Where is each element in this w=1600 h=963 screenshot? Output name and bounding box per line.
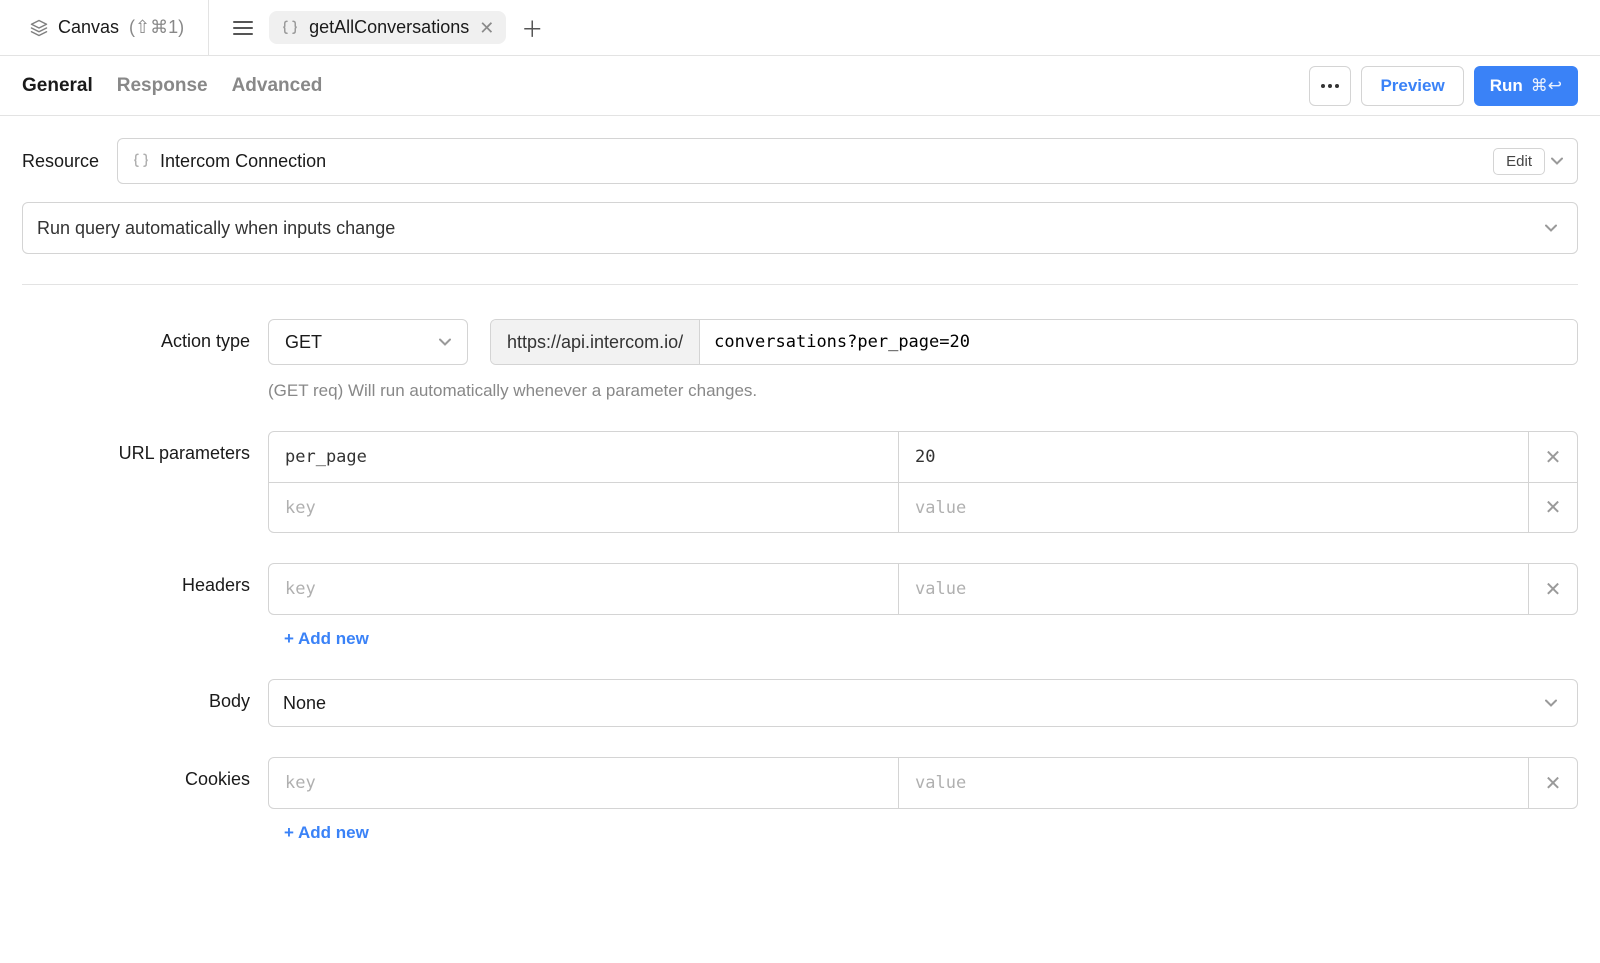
headers-label: Headers [22, 563, 268, 596]
url-params-label: URL parameters [22, 431, 268, 464]
cookies-label: Cookies [22, 757, 268, 790]
headers-add-new-button[interactable]: + Add new [284, 629, 369, 649]
chevron-down-icon [433, 338, 457, 346]
resource-select[interactable]: Intercom Connection Edit [117, 138, 1578, 184]
url-bar: https://api.intercom.io/ [490, 319, 1578, 365]
tab-label: getAllConversations [309, 17, 469, 38]
chevron-down-icon [1539, 224, 1563, 232]
url-base: https://api.intercom.io/ [491, 320, 700, 364]
braces-icon [281, 19, 299, 37]
body-type-value: None [283, 693, 326, 714]
preview-button[interactable]: Preview [1361, 66, 1463, 106]
run-shortcut: ⌘↩ [1531, 76, 1562, 96]
braces-icon [132, 152, 150, 170]
tab-response[interactable]: Response [117, 75, 208, 97]
table-row: ✕ [269, 432, 1577, 482]
layers-icon [30, 19, 48, 37]
tab-close-button[interactable]: ✕ [479, 19, 494, 37]
table-row: ✕ [269, 758, 1577, 808]
body-label: Body [22, 679, 268, 712]
tab-getAllConversations[interactable]: getAllConversations ✕ [269, 11, 506, 44]
run-mode-select[interactable]: Run query automatically when inputs chan… [22, 202, 1578, 254]
cookies-table: ✕ [268, 757, 1578, 809]
param-value-input[interactable] [899, 432, 1528, 482]
canvas-shortcut: (⇧⌘1) [129, 17, 184, 38]
action-hint: (GET req) Will run automatically wheneve… [268, 381, 1578, 401]
headers-table: ✕ [268, 563, 1578, 615]
row-delete-button[interactable]: ✕ [1529, 771, 1577, 796]
resource-name: Intercom Connection [160, 151, 326, 172]
cookie-key-input[interactable] [269, 758, 898, 808]
tabs-menu-button[interactable] [229, 14, 257, 42]
action-type-label: Action type [22, 319, 268, 352]
param-key-input[interactable] [269, 432, 898, 482]
cookie-value-input[interactable] [899, 758, 1528, 808]
run-button[interactable]: Run ⌘↩ [1474, 66, 1578, 106]
row-delete-button[interactable]: ✕ [1529, 577, 1577, 602]
run-mode-value: Run query automatically when inputs chan… [37, 218, 395, 239]
body-type-select[interactable]: None [268, 679, 1578, 727]
header-value-input[interactable] [899, 564, 1528, 614]
more-menu-button[interactable] [1309, 66, 1351, 106]
canvas-nav-button[interactable]: Canvas (⇧⌘1) [0, 0, 209, 55]
http-method-select[interactable]: GET [268, 319, 468, 365]
url-params-table: ✕ ✕ [268, 431, 1578, 533]
header-key-input[interactable] [269, 564, 898, 614]
dots-icon [1320, 83, 1340, 89]
table-row: ✕ [269, 482, 1577, 532]
param-key-input[interactable] [269, 483, 898, 532]
cookies-add-new-button[interactable]: + Add new [284, 823, 369, 843]
table-row: ✕ [269, 564, 1577, 614]
chevron-down-icon [1539, 699, 1563, 707]
resource-label: Resource [22, 138, 99, 184]
http-method-value: GET [285, 332, 322, 353]
row-delete-button[interactable]: ✕ [1529, 495, 1577, 520]
canvas-label: Canvas [58, 17, 119, 38]
tab-advanced[interactable]: Advanced [232, 75, 323, 97]
divider [22, 284, 1578, 285]
run-button-label: Run [1490, 76, 1523, 96]
chevron-down-icon[interactable] [1545, 157, 1569, 165]
param-value-input[interactable] [899, 483, 1528, 532]
url-path-input[interactable] [700, 320, 1577, 364]
tab-general[interactable]: General [22, 75, 93, 97]
tab-add-button[interactable]: ＋ [518, 14, 546, 42]
resource-edit-button[interactable]: Edit [1493, 148, 1545, 175]
row-delete-button[interactable]: ✕ [1529, 445, 1577, 470]
